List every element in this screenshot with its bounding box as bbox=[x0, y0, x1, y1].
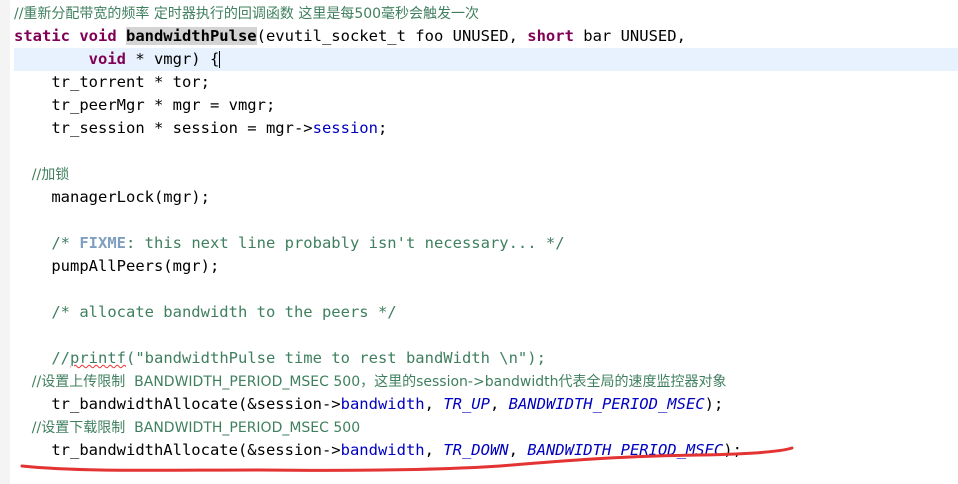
red-annotation-underline bbox=[20, 446, 794, 472]
